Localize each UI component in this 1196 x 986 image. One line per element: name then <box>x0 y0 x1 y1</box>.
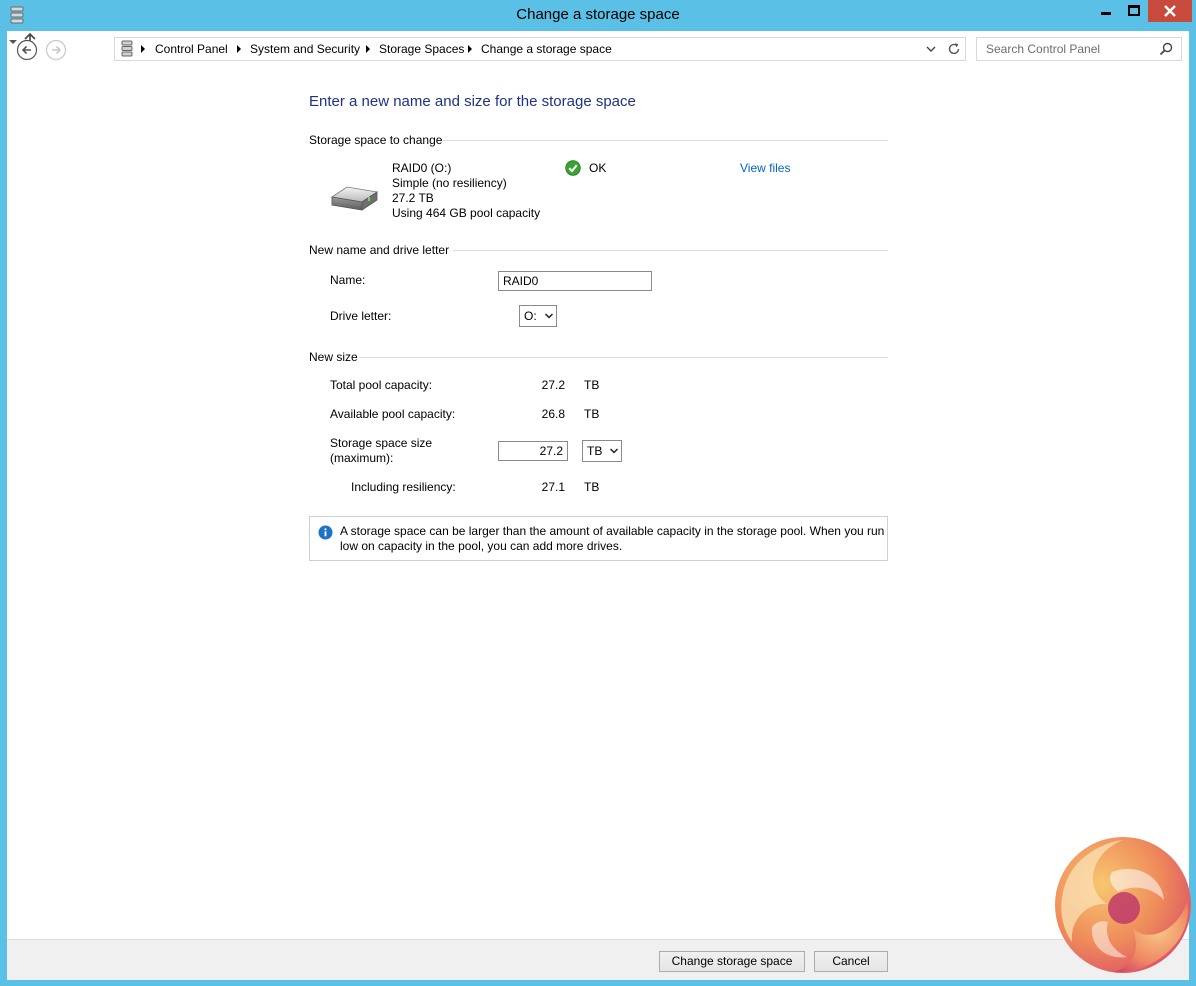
including-resiliency-unit: TB <box>584 480 600 494</box>
including-resiliency-label: Including resiliency: <box>351 480 456 494</box>
available-pool-capacity-value: 26.8 <box>541 407 565 421</box>
cancel-button[interactable]: Cancel <box>814 951 888 972</box>
address-bar[interactable]: Control Panel System and Security Storag… <box>114 37 966 61</box>
search-input[interactable]: Search Control Panel <box>976 37 1182 61</box>
view-files-link[interactable]: View files <box>740 161 790 175</box>
section-divider <box>453 250 888 251</box>
available-pool-capacity-label: Available pool capacity: <box>330 407 456 421</box>
info-text: A storage space can be larger than the a… <box>340 524 885 553</box>
breadcrumb-separator-icon[interactable] <box>468 45 472 53</box>
total-pool-capacity-unit: TB <box>584 378 600 392</box>
search-placeholder: Search Control Panel <box>986 42 1101 56</box>
title-bar: Change a storage space <box>0 0 1196 31</box>
drive-letter-select[interactable]: O: <box>519 305 557 327</box>
space-name: RAID0 (O:) <box>392 161 452 175</box>
hard-drive-icon <box>330 186 379 211</box>
main-content: Enter a new name and size for the storag… <box>7 69 1189 939</box>
watermark-logo <box>1055 837 1191 973</box>
breadcrumb-storage-spaces[interactable]: Storage Spaces <box>379 42 464 56</box>
maximize-icon <box>1128 5 1140 16</box>
size-unit-value: TB <box>587 444 603 458</box>
page-title: Enter a new name and size for the storag… <box>309 93 636 110</box>
total-pool-capacity-value: 27.2 <box>541 378 565 392</box>
forward-button-icon[interactable] <box>45 39 67 61</box>
space-type: Simple (no resiliency) <box>392 176 507 190</box>
change-storage-space-button[interactable]: Change storage space <box>659 951 805 972</box>
space-pool-usage: Using 464 GB pool capacity <box>392 206 541 220</box>
info-box: A storage space can be larger than the a… <box>309 516 888 561</box>
chevron-down-icon <box>544 313 554 319</box>
ok-check-icon <box>565 160 581 176</box>
including-resiliency-value: 27.1 <box>541 480 565 494</box>
storage-space-size-input[interactable] <box>498 441 568 461</box>
name-label: Name: <box>330 273 366 287</box>
window-client: Control Panel System and Security Storag… <box>7 31 1189 980</box>
storage-spaces-icon <box>121 40 133 57</box>
close-icon <box>1164 5 1176 17</box>
section-label-space-to-change: Storage space to change <box>309 133 443 147</box>
maximize-button[interactable] <box>1121 0 1147 22</box>
breadcrumb-system-and-security[interactable]: System and Security <box>250 42 360 56</box>
available-pool-capacity-unit: TB <box>584 407 600 421</box>
close-button[interactable] <box>1148 0 1192 22</box>
refresh-icon[interactable] <box>947 42 961 56</box>
navigation-bar: Control Panel System and Security Storag… <box>7 31 1189 69</box>
section-divider <box>359 357 888 358</box>
status-text: OK <box>589 161 607 175</box>
breadcrumb-separator-icon[interactable] <box>141 45 145 53</box>
section-divider <box>443 140 888 141</box>
section-label-new-size: New size <box>309 350 358 364</box>
address-dropdown-chevron-icon[interactable] <box>925 43 937 55</box>
drive-letter-value: O: <box>524 309 537 323</box>
info-icon <box>318 525 333 540</box>
breadcrumb-separator-icon[interactable] <box>366 45 370 53</box>
breadcrumb-separator-icon[interactable] <box>237 45 241 53</box>
storage-space-size-label: Storage space size <box>330 436 433 450</box>
search-icon[interactable] <box>1159 42 1173 56</box>
minimize-icon <box>1101 12 1111 15</box>
window: Change a storage space Control Panel Sys… <box>0 0 1196 986</box>
chevron-down-icon <box>609 448 619 454</box>
space-size: 27.2 TB <box>392 191 434 205</box>
breadcrumb-control-panel[interactable]: Control Panel <box>155 42 228 56</box>
window-title: Change a storage space <box>516 6 680 23</box>
back-button-icon[interactable] <box>16 39 38 61</box>
section-label-name-and-letter: New name and drive letter <box>309 243 450 257</box>
drive-letter-label: Drive letter: <box>330 309 392 323</box>
size-unit-select[interactable]: TB <box>582 440 622 462</box>
total-pool-capacity-label: Total pool capacity: <box>330 378 433 392</box>
storage-space-size-label-sub: (maximum): <box>330 451 394 465</box>
command-bar: Change storage space Cancel <box>7 939 1189 980</box>
breadcrumb-change-storage-space[interactable]: Change a storage space <box>481 42 612 56</box>
name-input[interactable] <box>498 271 652 291</box>
minimize-button[interactable] <box>1092 0 1120 22</box>
